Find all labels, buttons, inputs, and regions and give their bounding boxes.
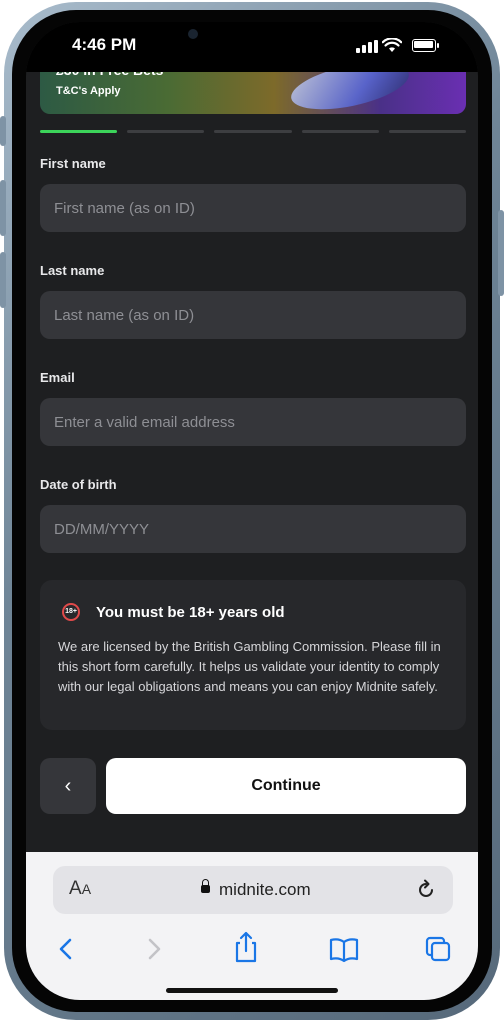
bookmarks-icon[interactable] (324, 934, 364, 964)
progress-step (40, 130, 118, 133)
power-button (498, 210, 504, 296)
status-time: 4:46 PM (72, 35, 137, 54)
reload-icon[interactable] (415, 879, 437, 901)
wifi-icon (382, 38, 402, 52)
signal-icon (356, 40, 378, 53)
progress-step (127, 130, 205, 133)
action-button (0, 116, 6, 146)
reader-aa-large: A (69, 878, 82, 899)
email-label: Email (40, 370, 75, 385)
home-indicator (166, 988, 338, 993)
camera-icon (188, 29, 198, 39)
first-name-label: First name (40, 156, 106, 171)
dob-label: Date of birth (40, 477, 117, 492)
step-progress (40, 130, 467, 133)
last-name-input[interactable] (40, 291, 466, 339)
lock-icon (201, 879, 210, 893)
age-notice-panel: 18+ You must be 18+ years old We are lic… (40, 580, 466, 730)
volume-up-button (0, 180, 6, 236)
dob-input[interactable] (40, 505, 466, 553)
forward-icon[interactable] (134, 934, 174, 964)
age-notice-body: We are licensed by the British Gambling … (58, 639, 441, 694)
banner-terms: T&C's Apply (56, 85, 121, 97)
continue-button[interactable]: Continue (106, 758, 466, 814)
progress-step (214, 130, 292, 133)
progress-step (388, 130, 467, 133)
url-text[interactable]: midnite.com (219, 880, 311, 900)
age-18-icon: 18+ (62, 603, 80, 621)
dynamic-notch (170, 22, 336, 56)
url-bar[interactable]: AA midnite.com (53, 866, 453, 914)
progress-step (301, 130, 379, 133)
last-name-label: Last name (40, 263, 105, 278)
age-notice-title: You must be 18+ years old (96, 604, 285, 621)
volume-down-button (0, 252, 6, 308)
battery-icon (412, 39, 439, 52)
reader-aa-button[interactable]: AA (69, 878, 91, 900)
back-button[interactable]: ‹ (40, 758, 96, 814)
first-name-input[interactable] (40, 184, 466, 232)
email-input[interactable] (40, 398, 466, 446)
reader-aa-small: A (81, 881, 92, 897)
screen: £30 in Free Bets T&C's Apply 4:46 PM Fir… (26, 22, 478, 1000)
back-icon[interactable] (46, 934, 86, 964)
share-icon[interactable] (226, 930, 266, 964)
safari-toolbar: AA midnite.com (26, 852, 478, 1000)
tabs-icon[interactable] (418, 934, 458, 964)
